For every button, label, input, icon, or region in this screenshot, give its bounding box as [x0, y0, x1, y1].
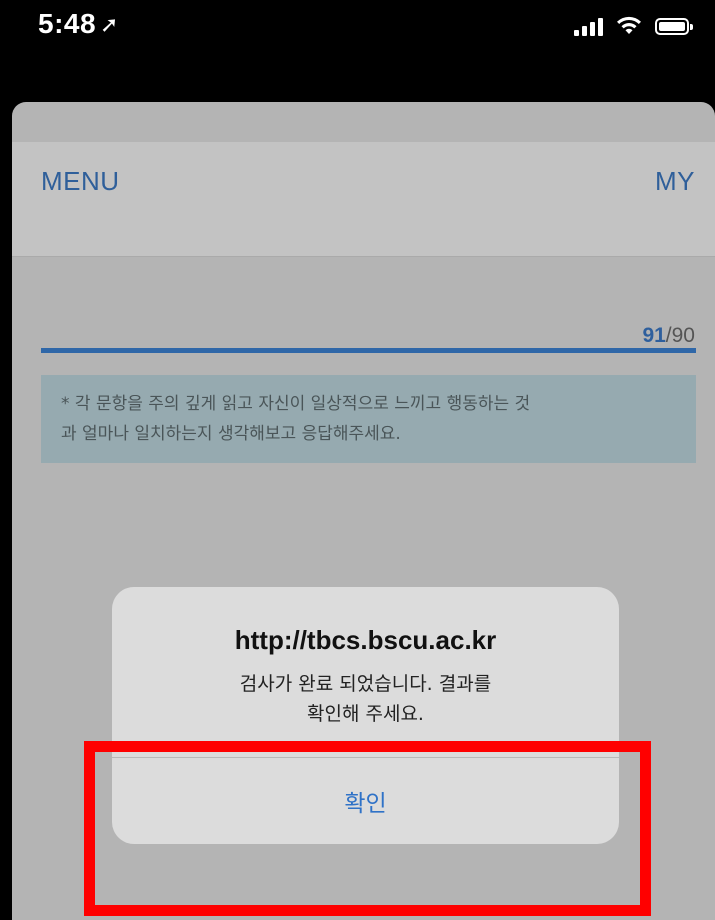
notice-line-2: 과 얼마나 일치하는지 생각해보고 응답해주세요.: [61, 424, 401, 444]
alert-message-line-1: 검사가 완료 되었습니다. 결과를: [239, 673, 492, 695]
progress-count: 91/90: [642, 324, 695, 348]
alert-message: 검사가 완료 되었습니다. 결과를 확인해 주세요.: [112, 669, 619, 729]
top-nav-bar: MENU MY: [12, 142, 715, 257]
wifi-icon: [617, 16, 641, 34]
instruction-notice: * 각 문항을 주의 깊게 읽고 자신이 일상적으로 느끼고 행동하는 것 과 …: [41, 375, 696, 463]
progress-total: /90: [665, 324, 695, 347]
alert-title: http://tbcs.bscu.ac.kr: [234, 625, 497, 655]
menu-link[interactable]: MENU: [41, 166, 120, 197]
status-icons: [574, 14, 693, 36]
status-time-text: 5:48: [38, 8, 97, 39]
highlight-box: [84, 741, 651, 916]
progress-bar-fill: [41, 348, 696, 353]
battery-icon: [655, 18, 693, 35]
status-time: 5:48 ➚: [38, 8, 119, 40]
notice-line-1: * 각 문항을 주의 깊게 읽고 자신이 일상적으로 느끼고 행동하는 것: [61, 394, 531, 414]
my-link[interactable]: MY: [655, 166, 695, 197]
location-arrow-icon: ➚: [100, 12, 119, 37]
status-bar: 5:48 ➚: [0, 0, 715, 60]
progress-bar: [41, 348, 696, 353]
cellular-signal-icon: [574, 16, 603, 36]
phone-screen: 5:48 ➚ MENU MY 91/90 * 각 문항을 주의 깊게 읽고 자신이…: [0, 0, 715, 920]
progress-current: 91: [642, 324, 666, 347]
alert-message-line-2: 확인해 주세요.: [307, 703, 424, 725]
